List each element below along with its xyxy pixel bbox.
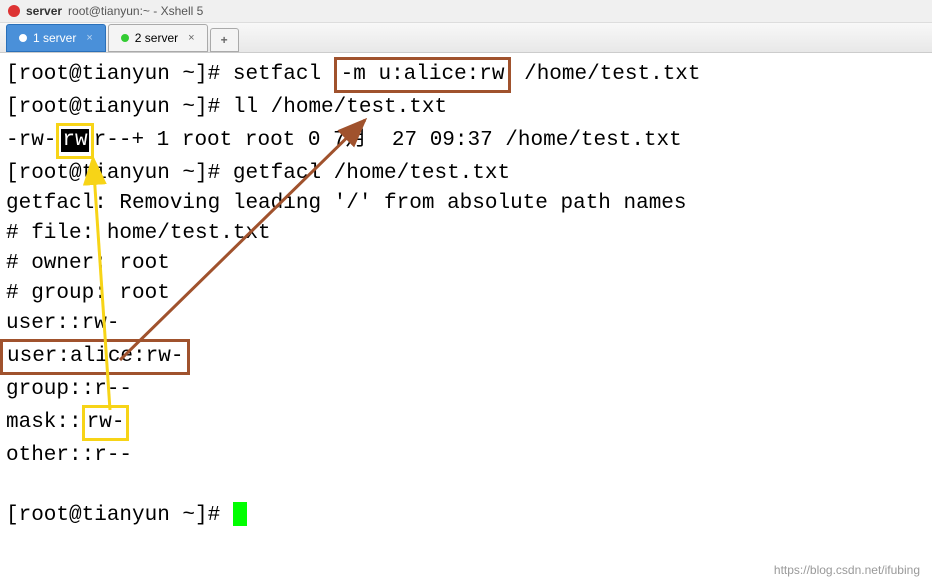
terminal-line: -rw-rwr--+ 1 root root 0 7月 27 09:37 /ho… xyxy=(6,123,926,159)
close-icon[interactable]: × xyxy=(82,32,92,44)
tabbar: 1 server × 2 server × + xyxy=(0,23,932,53)
terminal-line: [root@tianyun ~]# ll /home/test.txt xyxy=(6,93,926,123)
titlebar: server root@tianyun:~ - Xshell 5 xyxy=(0,0,932,23)
cursor-icon xyxy=(233,502,247,526)
plus-icon: + xyxy=(221,33,228,47)
titlebar-app: server xyxy=(26,4,62,18)
app-icon xyxy=(8,5,20,17)
terminal-line: user::rw- xyxy=(6,309,926,339)
titlebar-title: root@tianyun:~ - Xshell 5 xyxy=(68,4,203,18)
tab-label: 1 server xyxy=(33,31,76,45)
terminal-line: [root@tianyun ~]# setfacl -m u:alice:rw … xyxy=(6,57,926,93)
terminal-line: other::r-- xyxy=(6,441,926,471)
terminal-line: # group: root xyxy=(6,279,926,309)
close-icon[interactable]: × xyxy=(184,32,194,44)
terminal-line: mask::rw- xyxy=(6,405,926,441)
tab-label: 2 server xyxy=(135,31,178,45)
terminal-line: # owner: root xyxy=(6,249,926,279)
terminal-output[interactable]: [root@tianyun ~]# setfacl -m u:alice:rw … xyxy=(0,53,932,535)
status-dot-icon xyxy=(19,34,27,42)
terminal-line xyxy=(6,471,926,501)
tab-1-server[interactable]: 1 server × xyxy=(6,24,106,52)
terminal-line: user:alice:rw- xyxy=(6,339,926,375)
terminal-line: getfacl: Removing leading '/' from absol… xyxy=(6,189,926,219)
terminal-prompt: [root@tianyun ~]# xyxy=(6,501,926,531)
highlight-mask-rw: rw- xyxy=(82,405,130,441)
status-dot-icon xyxy=(121,34,129,42)
watermark: https://blog.csdn.net/ifubing xyxy=(774,563,920,577)
highlight-user-alice: user:alice:rw- xyxy=(0,339,190,375)
tab-2-server[interactable]: 2 server × xyxy=(108,24,208,52)
terminal-line: # file: home/test.txt xyxy=(6,219,926,249)
highlight-perms-rw: rw xyxy=(56,123,93,159)
terminal-line: [root@tianyun ~]# getfacl /home/test.txt xyxy=(6,159,926,189)
highlight-setfacl-arg: -m u:alice:rw xyxy=(334,57,512,93)
add-tab-button[interactable]: + xyxy=(210,28,239,52)
terminal-line: group::r-- xyxy=(6,375,926,405)
